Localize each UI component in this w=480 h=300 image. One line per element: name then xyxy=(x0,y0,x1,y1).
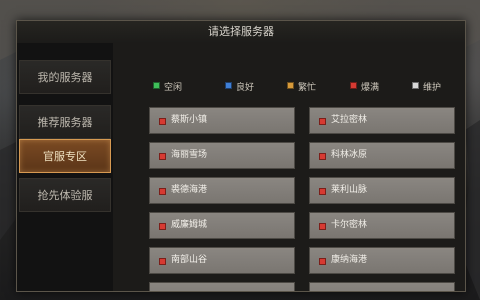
server-name: 南部山谷 xyxy=(171,255,208,265)
server-name: 莱利山脉 xyxy=(331,185,368,195)
server-list-panel: 空闲 良好 繁忙 爆满 维护 蔡斯小镇 艾拉密林 海丽雪场 科林冰原 裘德海港 … xyxy=(113,43,465,291)
server-name: 海丽雪场 xyxy=(171,150,208,160)
server-select-dialog: 请选择服务器 我的服务器 推荐服务器 官服专区 抢先体验服 空闲 良好 繁忙 爆… xyxy=(16,20,466,292)
server-item[interactable]: 莱利山脉 xyxy=(309,177,455,204)
sidebar-item-my-servers[interactable]: 我的服务器 xyxy=(19,60,111,94)
status-dot-icon xyxy=(153,82,160,89)
game-background: 请选择服务器 我的服务器 推荐服务器 官服专区 抢先体验服 空闲 良好 繁忙 爆… xyxy=(0,0,480,300)
status-dot-icon xyxy=(225,82,232,89)
server-name: 康纳海港 xyxy=(331,255,368,265)
status-dot-icon xyxy=(159,258,166,265)
sidebar-item-official-servers[interactable]: 官服专区 xyxy=(19,139,111,173)
server-name: 威廉姆城 xyxy=(171,220,208,230)
legend-item-maintenance: 维护 xyxy=(412,79,441,97)
server-item[interactable]: 威廉姆城 xyxy=(149,212,295,239)
server-name: 卡尔密林 xyxy=(331,220,368,230)
server-item[interactable]: 康纳海港 xyxy=(309,247,455,274)
server-name: 蔡斯小镇 xyxy=(171,115,208,125)
server-category-sidebar: 我的服务器 推荐服务器 官服专区 抢先体验服 xyxy=(17,43,113,291)
server-item[interactable] xyxy=(149,282,295,291)
status-dot-icon xyxy=(319,188,326,195)
server-name: 裘德海港 xyxy=(171,185,208,195)
status-dot-icon xyxy=(412,82,419,89)
legend-item-good: 良好 xyxy=(225,79,254,97)
status-dot-icon xyxy=(159,118,166,125)
legend-item-full: 爆满 xyxy=(350,79,379,97)
server-item[interactable]: 海丽雪场 xyxy=(149,142,295,169)
status-dot-icon xyxy=(350,82,357,89)
status-dot-icon xyxy=(319,118,326,125)
status-dot-icon xyxy=(319,258,326,265)
status-dot-icon xyxy=(287,82,294,89)
server-name: 艾拉密林 xyxy=(331,115,368,125)
server-item[interactable]: 裘德海港 xyxy=(149,177,295,204)
status-dot-icon xyxy=(319,223,326,230)
legend-item-busy: 繁忙 xyxy=(287,79,316,97)
legend-item-idle: 空闲 xyxy=(153,79,182,97)
status-dot-icon xyxy=(159,153,166,160)
server-item[interactable] xyxy=(309,282,455,291)
sidebar-item-early-access-servers[interactable]: 抢先体验服 xyxy=(19,178,111,212)
server-item[interactable]: 艾拉密林 xyxy=(309,107,455,134)
server-item[interactable]: 卡尔密林 xyxy=(309,212,455,239)
status-dot-icon xyxy=(319,153,326,160)
server-name: 科林冰原 xyxy=(331,150,368,160)
dialog-title: 请选择服务器 xyxy=(17,21,465,44)
server-item[interactable]: 蔡斯小镇 xyxy=(149,107,295,134)
sidebar-item-recommended-servers[interactable]: 推荐服务器 xyxy=(19,105,111,139)
server-status-legend: 空闲 良好 繁忙 爆满 维护 xyxy=(113,79,465,97)
status-dot-icon xyxy=(159,223,166,230)
status-dot-icon xyxy=(159,188,166,195)
server-item[interactable]: 科林冰原 xyxy=(309,142,455,169)
server-item[interactable]: 南部山谷 xyxy=(149,247,295,274)
